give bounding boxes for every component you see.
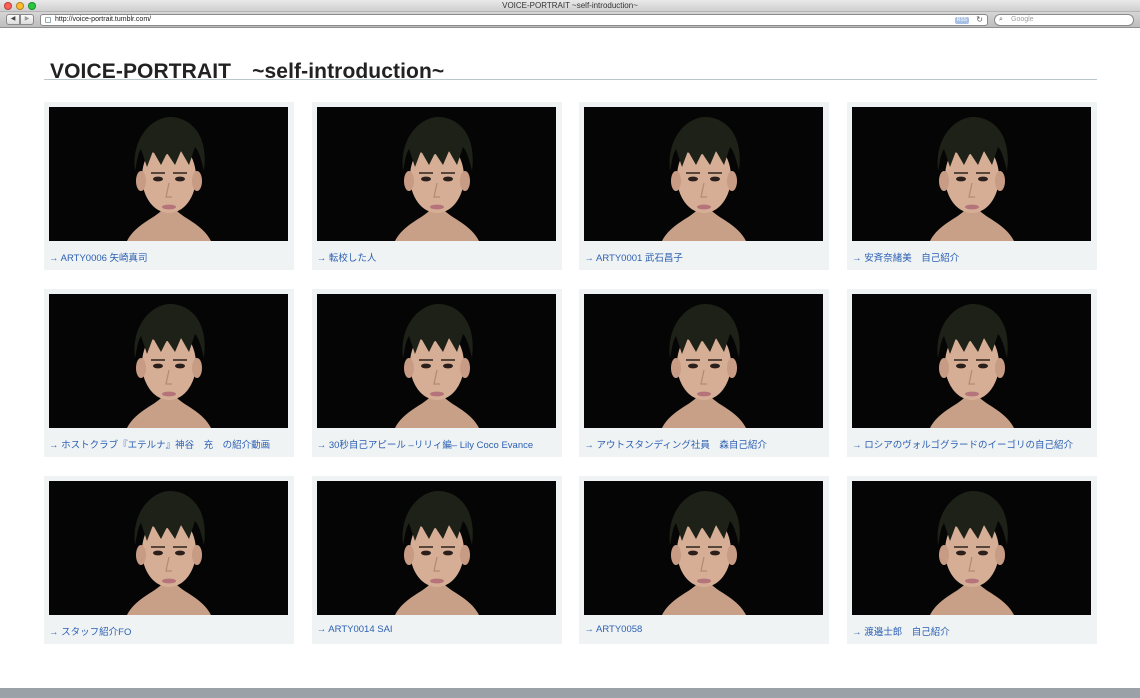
video-card: → 転校した人 [311,102,562,270]
portrait-thumbnail[interactable] [584,294,824,428]
window-title: VOICE-PORTRAIT ~self-introduction~ [502,1,638,10]
window-bottom-edge [0,688,1140,698]
video-link[interactable]: → スタッフ紹介FO [49,624,131,638]
video-link[interactable]: → 30秒自己アピール –リリィ編– Lily Coco Evance [317,437,533,451]
search-icon: ⌕ [999,16,1003,23]
video-card: → 渡邉士郎 自己紹介 [847,476,1098,644]
portrait-thumbnail[interactable] [584,481,824,615]
portrait-thumbnail[interactable] [316,481,556,615]
video-link[interactable]: → アウトスタンディング社員 森自己紹介 [584,437,766,451]
portrait-thumbnail[interactable] [49,107,288,241]
portrait-thumbnail[interactable] [316,294,556,428]
title-divider [44,79,1097,80]
back-button[interactable]: ◀ [6,14,20,25]
back-icon: ◀ [10,16,16,22]
video-grid: → ARTY0006 矢崎真司 → 転校した人 → ARTY0001 武石昌子 … [44,102,1098,644]
portrait-thumbnail[interactable] [49,481,288,615]
video-link[interactable]: → 渡邉士郎 自己紹介 [852,624,950,638]
portrait-thumbnail[interactable] [852,481,1092,615]
favicon-icon [45,17,51,23]
browser-toolbar: ◀ ▶ http://voice-portrait.tumblr.com/ RS… [0,12,1140,28]
address-bar[interactable]: http://voice-portrait.tumblr.com/ RSS ↻ [40,14,988,26]
page-title: VOICE-PORTRAIT ~self-introduction~ [50,60,445,83]
video-card: → 30秒自己アピール –リリィ編– Lily Coco Evance [311,289,562,457]
portrait-thumbnail[interactable] [852,107,1092,241]
portrait-thumbnail[interactable] [584,107,824,241]
video-card: → ARTY0006 矢崎真司 [44,102,294,270]
video-card: → ARTY0014 SAI [311,476,562,644]
video-link[interactable]: → 安斉奈緒美 自己紹介 [852,250,959,264]
video-link[interactable]: → ARTY0006 矢崎真司 [49,250,148,264]
forward-button[interactable]: ▶ [20,14,34,25]
video-card: → ホストクラブ『エテルナ』神谷 充 の紹介動画 [44,289,294,457]
video-card: → ARTY0058 [579,476,830,644]
video-card: → スタッフ紹介FO [44,476,294,644]
video-card: → アウトスタンディング社員 森自己紹介 [579,289,830,457]
video-card: → ロシアのヴォルゴグラードのイーゴリの自己紹介 [847,289,1098,457]
portrait-thumbnail[interactable] [316,107,556,241]
search-field[interactable]: ⌕ Google [994,14,1134,26]
portrait-thumbnail[interactable] [49,294,288,428]
video-card: → 安斉奈緒美 自己紹介 [847,102,1098,270]
reload-icon[interactable]: ↻ [976,15,983,25]
forward-icon: ▶ [24,16,30,22]
portrait-thumbnail[interactable] [852,294,1092,428]
rss-button[interactable]: RSS [954,17,969,24]
video-link[interactable]: → ARTY0001 武石昌子 [584,250,683,264]
video-link[interactable]: → ARTY0058 [584,624,642,635]
video-link[interactable]: → 転校した人 [317,250,377,264]
window-titlebar: VOICE-PORTRAIT ~self-introduction~ [0,0,1140,12]
video-link[interactable]: → ARTY0014 SAI [317,624,393,635]
video-link[interactable]: → ロシアのヴォルゴグラードのイーゴリの自己紹介 [852,437,1073,451]
address-text[interactable]: http://voice-portrait.tumblr.com/ [55,15,151,25]
video-link[interactable]: → ホストクラブ『エテルナ』神谷 充 の紹介動画 [49,437,270,451]
search-placeholder[interactable]: Google [1011,15,1034,25]
video-card: → ARTY0001 武石昌子 [579,102,830,270]
